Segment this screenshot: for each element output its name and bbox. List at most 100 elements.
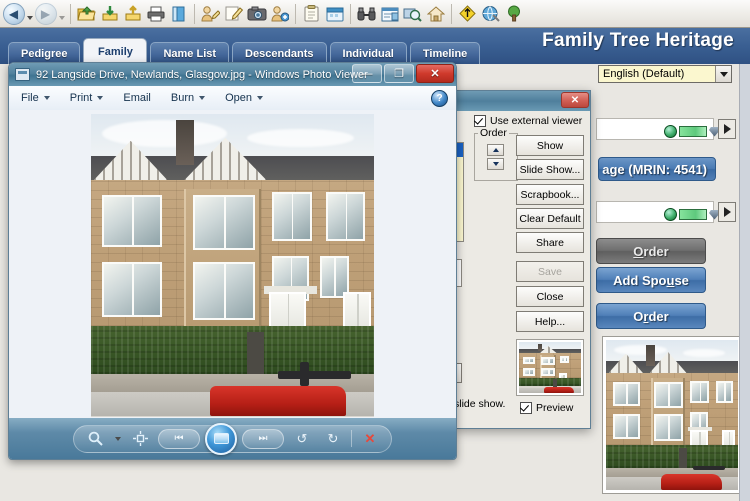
marriage-mrin-button[interactable]: age (MRIN: 4541) [598, 157, 716, 181]
forward-dropdown[interactable] [57, 3, 66, 25]
add-person-button[interactable] [268, 2, 291, 25]
progress-bar-icon [679, 126, 707, 137]
toolbar-divider [451, 3, 452, 24]
checkbox-check-icon [520, 402, 532, 414]
slideshow-play-icon [213, 433, 229, 444]
open-folder-icon [77, 6, 96, 21]
close-button[interactable]: ✕ [416, 64, 454, 83]
edit-person-button[interactable] [199, 2, 222, 25]
calendar-icon [326, 7, 343, 21]
menu-open-label: Open [225, 92, 253, 104]
order-button-top[interactable]: Order [596, 238, 706, 264]
zoom-button[interactable] [82, 428, 108, 450]
search-online-button[interactable] [401, 2, 424, 25]
menu-file[interactable]: File [21, 92, 50, 104]
zoom-dropdown[interactable] [113, 431, 122, 447]
use-external-viewer-checkbox[interactable]: Use external viewer [474, 115, 582, 127]
menu-email[interactable]: Email [123, 92, 151, 104]
tab-name-list[interactable]: Name List [150, 42, 230, 64]
tab-family[interactable]: Family [83, 38, 148, 64]
clear-default-button[interactable]: Clear Default [516, 208, 584, 229]
road-sign-icon [459, 5, 476, 22]
rotate-right-button[interactable]: ↻ [320, 428, 346, 450]
expand-right-button-top[interactable] [718, 119, 736, 139]
order-spinner-up[interactable] [487, 144, 504, 156]
order-spinner-down[interactable] [487, 158, 504, 170]
dialog-close-button[interactable]: ✕ [561, 92, 589, 108]
web-button[interactable] [479, 2, 502, 25]
calendar-button[interactable] [323, 2, 346, 25]
rotate-left-button[interactable]: ↺ [289, 428, 315, 450]
previous-button[interactable]: ⏮ [158, 428, 200, 449]
fit-window-icon [132, 431, 148, 446]
maximize-button[interactable]: ❐ [384, 64, 414, 83]
page-title: Family Tree Heritage [542, 30, 734, 51]
share-button[interactable]: Share [516, 232, 584, 253]
export-button[interactable] [121, 2, 144, 25]
tree-button[interactable] [502, 2, 525, 25]
book-button[interactable] [167, 2, 190, 25]
help-button[interactable]: Help... [516, 311, 584, 332]
photo-button[interactable] [245, 2, 268, 25]
tab-individual[interactable]: Individual [329, 42, 407, 64]
tab-descendants[interactable]: Descendants [232, 42, 327, 64]
menu-print[interactable]: Print [70, 92, 104, 104]
photo-canvas[interactable] [9, 110, 456, 420]
tab-timeline[interactable]: Timeline [409, 42, 481, 64]
slide-show-button[interactable]: Slide Show... [516, 159, 584, 180]
back-button[interactable]: ◀ [2, 2, 25, 25]
find-button[interactable] [355, 2, 378, 25]
chevron-down-icon [715, 66, 731, 82]
window-controls: — ❐ ✕ [352, 64, 454, 83]
chevron-down-icon [43, 96, 50, 100]
app-toolbar: ◀ ▶ [0, 0, 750, 28]
help-icon[interactable]: ? [431, 90, 448, 107]
fit-to-window-button[interactable] [127, 428, 153, 450]
preview-checkbox[interactable]: Preview [520, 402, 573, 414]
print-button[interactable] [144, 2, 167, 25]
play-slideshow-button[interactable] [205, 422, 237, 455]
back-dropdown[interactable] [25, 3, 34, 25]
back-arrow-icon: ◀ [8, 6, 19, 21]
save-button: Save [516, 261, 584, 282]
language-select[interactable]: English (Default) [598, 65, 732, 83]
order-group-label: Order [478, 127, 509, 139]
printer-icon [147, 6, 164, 21]
person-photo-thumbnail[interactable] [602, 336, 742, 494]
import-button[interactable] [98, 2, 121, 25]
windows-photo-viewer-window: 92 Langside Drive, Newlands, Glasgow.jpg… [8, 62, 457, 460]
order-button-bottom[interactable]: Order [596, 303, 706, 329]
order-button-bottom-label: Order [633, 308, 669, 324]
menu-email-label: Email [123, 92, 151, 104]
home-button[interactable] [424, 2, 447, 25]
toolbar-divider [70, 3, 71, 24]
open-folder-button[interactable] [75, 2, 98, 25]
minimize-button[interactable]: — [352, 64, 382, 83]
next-button[interactable]: ⏭ [242, 428, 284, 449]
expand-right-button-bottom[interactable] [718, 202, 736, 222]
menu-burn[interactable]: Burn [171, 92, 206, 104]
clipboard-icon [304, 5, 319, 22]
scrapbook-button[interactable]: Scrapbook... [516, 184, 584, 205]
toolbar-divider [350, 3, 351, 24]
reports-button[interactable] [378, 2, 401, 25]
progress-bar-icon [679, 209, 707, 220]
chevron-down-icon [97, 96, 104, 100]
forward-button[interactable]: ▶ [34, 2, 57, 25]
dialog-body: Use external viewer Order Show Slide Sho… [456, 111, 590, 428]
report-window-icon [381, 7, 398, 21]
language-select-value: English (Default) [603, 68, 685, 80]
delete-button[interactable]: ✕ [357, 428, 383, 450]
globe-icon [664, 208, 677, 221]
app-vertical-scrollbar[interactable] [739, 64, 750, 501]
order-button-top-label: Order [633, 243, 669, 259]
tasks-button[interactable] [300, 2, 323, 25]
person-add-icon [271, 6, 289, 22]
show-button[interactable]: Show [516, 135, 584, 156]
tab-pedigree[interactable]: Pedigree [8, 42, 81, 64]
close-button[interactable]: Close [516, 286, 584, 307]
menu-open[interactable]: Open [225, 92, 264, 104]
navigator-button[interactable] [456, 2, 479, 25]
notes-button[interactable] [222, 2, 245, 25]
add-spouse-button[interactable]: Add Spouse [596, 267, 706, 293]
